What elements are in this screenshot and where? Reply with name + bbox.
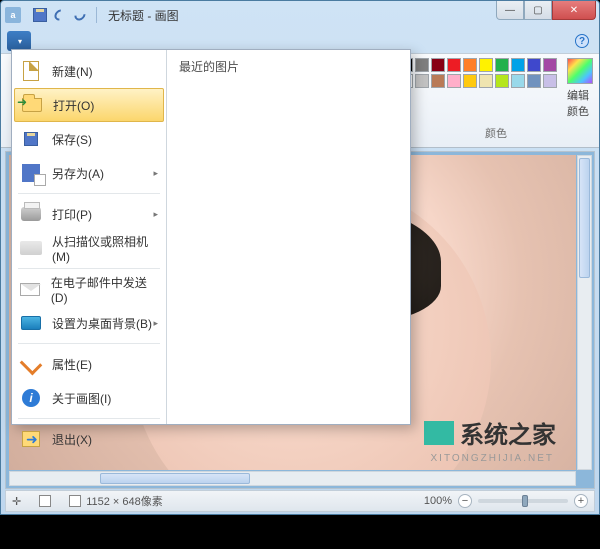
zoom-controls: 100% − +	[424, 494, 588, 508]
color-swatch[interactable]	[495, 58, 509, 72]
color-swatch[interactable]	[447, 74, 461, 88]
edit-colors-label: 编辑颜色	[567, 87, 593, 119]
colors-group: 编辑颜色 颜色	[393, 54, 599, 147]
menu-separator	[18, 418, 160, 419]
menu-separator	[18, 193, 160, 194]
watermark-subtext: XITONGZHIJIA.NET	[431, 453, 555, 464]
zoom-slider[interactable]	[478, 499, 568, 503]
minimize-button[interactable]: —	[496, 1, 524, 20]
edit-colors-button[interactable]: 编辑颜色	[567, 58, 593, 119]
app-icon: a	[5, 7, 21, 23]
menu-new[interactable]: 新建(N)	[12, 54, 166, 88]
rainbow-icon	[567, 58, 593, 84]
separator	[96, 7, 97, 23]
slider-thumb[interactable]	[522, 495, 528, 507]
undo-icon	[52, 7, 68, 23]
color-swatch[interactable]	[511, 58, 525, 72]
maximize-button[interactable]: ▢	[524, 1, 552, 20]
file-menu-dropdown: 新建(N) 打开(O) 保存(S) 另存为(A)▸ 打印(P)▸ 从扫描仪或照相…	[11, 49, 411, 425]
zoom-in-button[interactable]: +	[574, 494, 588, 508]
save-icon	[24, 132, 38, 146]
print-icon	[21, 207, 41, 221]
status-bar: ✛ 1152 × 648像素 100% − +	[5, 490, 595, 512]
color-swatch[interactable]	[447, 58, 461, 72]
scrollbar-thumb[interactable]	[100, 473, 250, 484]
exit-icon	[22, 431, 40, 447]
info-icon: i	[22, 389, 40, 407]
selection-icon	[39, 495, 51, 507]
dims-icon	[69, 495, 81, 507]
mail-icon	[20, 283, 40, 296]
help-button[interactable]: ?	[575, 34, 589, 48]
color-swatch[interactable]	[479, 74, 493, 88]
watermark-icon	[424, 421, 454, 445]
selection-size-cell	[39, 495, 51, 507]
color-swatch[interactable]	[415, 74, 429, 88]
titlebar: a 无标题 - 画图 — ▢ ✕	[1, 1, 599, 29]
vertical-scrollbar[interactable]	[577, 155, 592, 470]
recent-files-panel: 最近的图片	[167, 50, 410, 424]
scrollbar-thumb[interactable]	[579, 158, 590, 278]
desktop-icon	[21, 316, 41, 330]
qat-save-button[interactable]	[31, 6, 49, 24]
menu-send-email[interactable]: 在电子邮件中发送(D)	[12, 272, 166, 306]
menu-set-wallpaper[interactable]: 设置为桌面背景(B)▸	[12, 306, 166, 340]
menu-separator	[18, 268, 160, 269]
color-swatch[interactable]	[463, 74, 477, 88]
colors-group-label: 颜色	[485, 125, 507, 141]
zoom-out-button[interactable]: −	[458, 494, 472, 508]
new-icon	[23, 61, 39, 81]
file-menu-list: 新建(N) 打开(O) 保存(S) 另存为(A)▸ 打印(P)▸ 从扫描仪或照相…	[12, 50, 167, 424]
zoom-level: 100%	[424, 495, 452, 507]
submenu-arrow-icon: ▸	[153, 168, 158, 179]
image-dims-cell: 1152 × 648像素	[69, 493, 163, 509]
color-swatch[interactable]	[431, 74, 445, 88]
save-as-icon	[22, 164, 40, 182]
qat-undo-button[interactable]	[51, 6, 69, 24]
save-icon	[33, 8, 47, 22]
horizontal-scrollbar[interactable]	[9, 471, 576, 486]
cursor-pos-cell: ✛	[12, 495, 21, 508]
color-swatch[interactable]	[543, 58, 557, 72]
menu-about[interactable]: i关于画图(I)	[12, 381, 166, 415]
color-swatch[interactable]	[543, 74, 557, 88]
color-swatch[interactable]	[527, 74, 541, 88]
color-swatch[interactable]	[431, 58, 445, 72]
recent-files-header: 最近的图片	[179, 58, 398, 75]
menu-print[interactable]: 打印(P)▸	[12, 197, 166, 231]
menu-open[interactable]: 打开(O)	[14, 88, 164, 122]
close-button[interactable]: ✕	[552, 1, 596, 20]
file-menu-button[interactable]	[7, 31, 31, 51]
watermark-logo: 系统之家	[424, 415, 556, 450]
submenu-arrow-icon: ▸	[153, 318, 158, 329]
menu-properties[interactable]: 属性(E)	[12, 347, 166, 381]
menu-exit[interactable]: 退出(X)	[12, 422, 166, 456]
color-swatch[interactable]	[495, 74, 509, 88]
color-swatch[interactable]	[463, 58, 477, 72]
menu-save-as[interactable]: 另存为(A)▸	[12, 156, 166, 190]
color-swatches	[399, 58, 557, 88]
open-icon	[22, 98, 42, 112]
submenu-arrow-icon: ▸	[153, 209, 158, 220]
menu-separator	[18, 343, 160, 344]
color-swatch[interactable]	[479, 58, 493, 72]
color-swatch[interactable]	[527, 58, 541, 72]
qat-redo-button[interactable]	[71, 6, 89, 24]
color-swatch[interactable]	[511, 74, 525, 88]
paint-window: a 无标题 - 画图 — ▢ ✕ ? 编辑颜色	[0, 0, 600, 515]
menu-save[interactable]: 保存(S)	[12, 122, 166, 156]
color-swatch[interactable]	[415, 58, 429, 72]
menu-scanner[interactable]: 从扫描仪或照相机(M)	[12, 231, 166, 265]
quick-access-toolbar	[31, 6, 89, 24]
checkmark-icon	[20, 353, 43, 376]
redo-icon	[72, 7, 88, 23]
scanner-icon	[20, 241, 42, 255]
window-title: 无标题 - 画图	[108, 7, 179, 24]
